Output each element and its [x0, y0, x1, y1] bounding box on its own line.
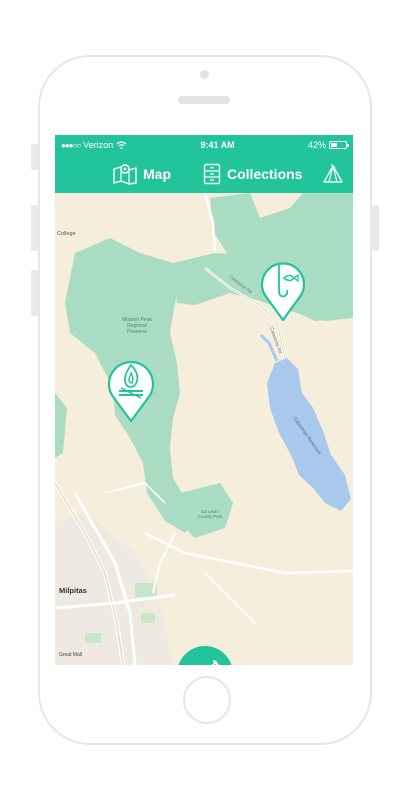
map-view[interactable]: College Mission Peak Regional Preserve Cal… [55, 192, 353, 665]
battery-percent: 42% [307, 140, 326, 150]
power-button [372, 205, 379, 251]
volume-down-button [31, 270, 38, 316]
tab-collections[interactable]: Collections [203, 155, 302, 193]
front-camera [200, 70, 209, 79]
label-college: College [57, 231, 76, 237]
tent-icon [323, 164, 343, 183]
shovel-icon [211, 660, 219, 665]
status-time: 9:41 AM [200, 140, 235, 150]
battery-icon [329, 141, 349, 149]
tab-camp[interactable] [323, 155, 343, 193]
map-icon [113, 164, 137, 185]
label-mall: Great Mall [59, 652, 82, 658]
top-nav-bar: Map Collections [55, 155, 353, 193]
fishing-hook-icon [260, 262, 306, 322]
app-screen: ●●●○○ Verizon 9:41 AM 42% Map Collection… [55, 135, 353, 665]
campfire-icon [107, 360, 155, 423]
wifi-icon [116, 141, 127, 149]
fishing-spot-pin[interactable] [258, 256, 308, 327]
tab-collections-label: Collections [227, 166, 303, 182]
signal-indicator: ●●●○○ [61, 140, 81, 150]
volume-up-button [31, 205, 38, 251]
collections-icon [203, 163, 221, 185]
home-button[interactable] [183, 676, 231, 724]
tab-map-label: Map [143, 166, 171, 182]
map-canvas: College Mission Peak Regional Preserve Cal… [55, 192, 353, 665]
label-city: Milpitas [59, 586, 87, 595]
mute-switch [31, 144, 38, 170]
earpiece-speaker [178, 96, 230, 104]
status-bar: ●●●○○ Verizon 9:41 AM 42% [55, 135, 353, 155]
campfire-spot-pin[interactable] [105, 355, 157, 428]
tab-map[interactable]: Map [113, 155, 171, 193]
carrier-name: Verizon [83, 140, 114, 150]
